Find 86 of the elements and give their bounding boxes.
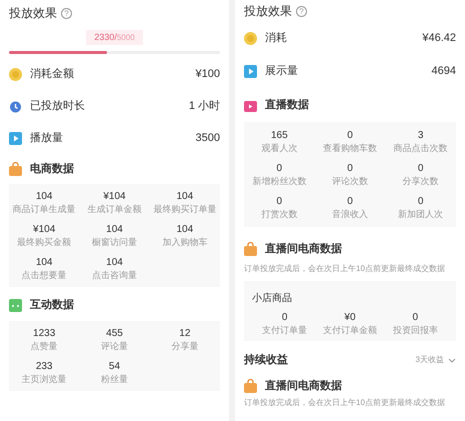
metric-label: 展示量	[265, 64, 298, 80]
stat-value: 0	[418, 196, 424, 208]
stat-label: 评论量	[100, 340, 128, 352]
stat-value: ¥0	[344, 312, 356, 324]
metric-value: 4694	[432, 64, 456, 80]
section-title: 直播数据	[265, 98, 309, 113]
stat-label: 橱窗访问量	[92, 236, 137, 248]
stat-value: 0	[347, 130, 353, 142]
stat-value: 0	[347, 196, 353, 208]
stat-label: 支付订单金额	[322, 324, 377, 336]
coin-icon	[9, 68, 22, 80]
stat-label: 查看购物车数	[322, 142, 377, 154]
stat-label: 支付订单量	[262, 324, 308, 336]
metric-label: 消耗	[265, 31, 287, 46]
stat-label: 生成订单金额	[87, 202, 142, 214]
note-text: 订单投放完成后，会在次日上午10点前更新最终成交数据	[244, 263, 446, 275]
stat-value: 104	[176, 224, 194, 236]
stat-label: 商品订单生成量	[12, 202, 76, 214]
stat-label: 新加团人次	[398, 208, 444, 220]
shopping-bag-icon	[244, 242, 257, 256]
stat-label: 粉丝量	[100, 372, 128, 384]
stat-label: 主页浏览量	[22, 372, 67, 384]
coin-icon	[244, 32, 257, 45]
section-title: 互动数据	[30, 298, 74, 313]
stat-value: 0	[276, 196, 282, 208]
play-icon	[244, 65, 257, 78]
stat-label: 分享次数	[402, 174, 439, 186]
stat-label: 点赞量	[30, 340, 58, 352]
shopping-bag-icon	[244, 379, 257, 393]
section-title: 持续收益	[244, 352, 288, 368]
stat-value: 233	[36, 360, 52, 372]
stat-value: 104	[106, 256, 123, 268]
metric-value: ¥100	[196, 66, 220, 82]
stat-label: 最终购买订单量	[153, 202, 216, 214]
stat-value: 104	[176, 190, 194, 202]
stat-label: 加入购物车	[162, 236, 208, 248]
stat-value: 3	[418, 130, 424, 142]
help-icon[interactable]: ?	[61, 8, 72, 18]
stat-label: 分享量	[171, 340, 198, 352]
stat-value: 104	[106, 224, 123, 236]
progress-badge: 2330/5000	[86, 30, 143, 45]
stat-label: 新增粉丝次数	[252, 174, 306, 186]
stat-value: 0	[276, 162, 282, 174]
play-icon	[9, 132, 22, 144]
stat-value: 455	[106, 328, 123, 340]
section-title: 直播间电商数据	[265, 242, 342, 257]
metric-value: 3500	[196, 130, 220, 146]
metric-value: 1 小时	[188, 98, 220, 114]
stat-value: 0	[347, 162, 353, 174]
stat-label: 商品点击次数	[394, 142, 448, 154]
period-dropdown[interactable]: 3天收益	[416, 354, 456, 366]
stat-label: 点击想要量	[22, 268, 67, 280]
stat-value: 104	[36, 256, 52, 268]
chat-icon	[9, 298, 22, 312]
stat-label: 评论次数	[332, 174, 368, 186]
stat-value: 165	[270, 130, 288, 142]
tv-icon	[244, 98, 257, 112]
stat-value: ¥104	[33, 224, 56, 236]
stat-value: 12	[179, 328, 190, 340]
panel-title: 投放效果	[244, 3, 292, 20]
stat-label: 投资回报率	[392, 324, 438, 336]
shopping-bag-icon	[9, 162, 22, 176]
alarm-clock-icon	[9, 100, 22, 112]
stat-value: 0	[412, 312, 418, 324]
stat-value: 54	[108, 360, 120, 372]
stat-value: 1233	[33, 328, 56, 340]
section-title: 电商数据	[30, 162, 74, 177]
stat-label: 音浪收入	[332, 208, 368, 220]
metric-label: 播放量	[30, 130, 63, 146]
stat-label: 打赏次数	[261, 208, 298, 220]
stat-label: 最终购买金额	[17, 236, 72, 248]
metric-label: 已投放时长	[30, 98, 85, 114]
help-icon[interactable]: ?	[296, 6, 307, 16]
stat-value: ¥104	[103, 190, 126, 202]
note-text: 订单投放完成后，会在次日上午10点前更新最终成交数据	[244, 397, 446, 409]
metric-label: 消耗金额	[30, 66, 74, 82]
section-title: 直播间电商数据	[265, 378, 342, 394]
card-title: 小店商品	[252, 293, 292, 304]
stat-label: 观看人次	[261, 142, 298, 154]
stat-label: 点击咨询量	[92, 268, 137, 280]
stat-value: 104	[36, 190, 52, 202]
chevron-down-icon	[448, 358, 456, 362]
stat-value: 0	[418, 162, 424, 174]
panel-title: 投放效果	[9, 5, 57, 22]
metric-value: ¥46.42	[422, 31, 456, 46]
stat-value: 0	[282, 312, 288, 324]
